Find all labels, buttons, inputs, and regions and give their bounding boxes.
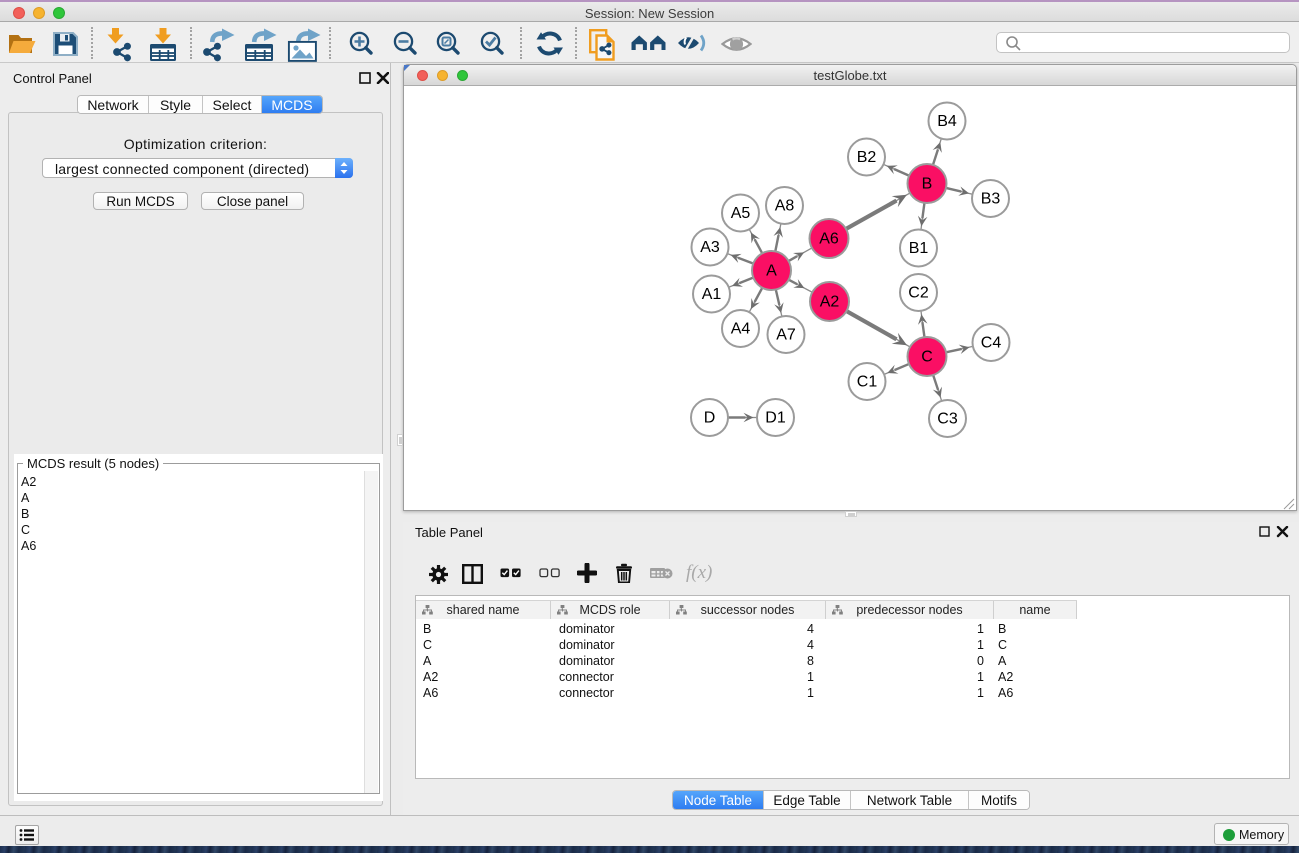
svg-text:B: B: [922, 176, 933, 193]
svg-text:A6: A6: [819, 231, 839, 248]
svg-text:C3: C3: [937, 411, 958, 428]
svg-text:D1: D1: [765, 410, 786, 427]
svg-text:C2: C2: [908, 285, 929, 302]
svg-text:D: D: [704, 410, 716, 427]
svg-text:B4: B4: [937, 113, 957, 130]
svg-text:A8: A8: [775, 198, 795, 215]
svg-text:C4: C4: [981, 335, 1002, 352]
svg-text:A4: A4: [731, 321, 751, 338]
svg-text:A5: A5: [731, 205, 751, 222]
svg-text:B1: B1: [909, 240, 929, 257]
svg-text:A7: A7: [776, 327, 796, 344]
svg-text:A1: A1: [702, 286, 722, 303]
svg-text:C1: C1: [857, 374, 878, 391]
svg-text:A3: A3: [700, 239, 720, 256]
svg-text:B2: B2: [857, 149, 877, 166]
svg-text:A2: A2: [820, 294, 840, 311]
svg-text:A: A: [766, 263, 777, 280]
svg-text:C: C: [921, 349, 933, 366]
svg-text:B3: B3: [981, 191, 1001, 208]
